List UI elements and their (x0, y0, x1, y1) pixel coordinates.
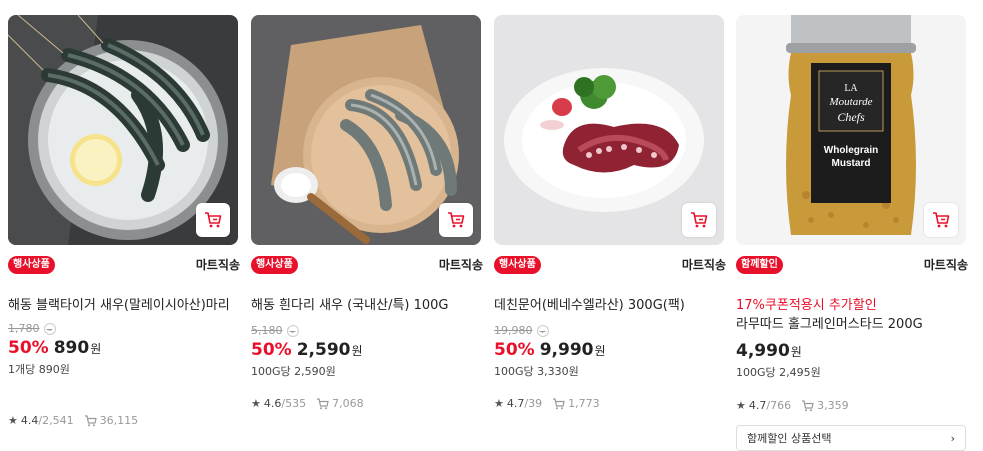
shipping-label: 마트직송 (195, 258, 240, 272)
price-line: 50% 9,990 원 (494, 340, 726, 360)
cart-icon (448, 212, 465, 228)
rating-row: ★ 4.7 / 39 1,773 (494, 397, 600, 410)
product-name[interactable]: 해동 블랙타이거 새우(말레이시아산)마리 (8, 296, 240, 315)
unit-price: 100G당 2,495원 (736, 366, 821, 379)
cart-icon (933, 212, 950, 228)
price-line: 50% 890 원 (8, 338, 240, 358)
product-image[interactable] (251, 15, 481, 245)
shipping-label: 마트직송 (438, 258, 483, 272)
review-count: 766 (770, 399, 792, 412)
chevron-down-icon[interactable]: ⌄ (286, 325, 299, 337)
product-card[interactable]: 행사상품 마트직송 해동 흰다리 새우 (국내산/특) 100G 5,180 ⌄… (251, 0, 483, 410)
cart-icon (691, 212, 708, 228)
product-image[interactable]: LA Moutarde Chefs Wholegrain Mustard (736, 15, 966, 245)
currency: 원 (790, 345, 802, 359)
unit-price: 100G당 3,330원 (494, 365, 579, 378)
rating-score: 4.6 (263, 397, 282, 410)
cart-count-icon (84, 414, 97, 426)
star-icon: ★ (251, 397, 261, 410)
badge-row: 행사상품 마트직송 (8, 256, 240, 274)
shipping-label: 마트직송 (923, 258, 968, 272)
sale-price: 2,590 (296, 340, 351, 360)
product-info: 해동 블랙타이거 새우(말레이시아산)마리 1,780 ⌄ 50% 890 원 … (8, 296, 240, 377)
cart-count: 36,115 (99, 414, 139, 427)
product-info: 17%쿠폰적용시 추가할인 라무따드 홀그레인머스타드 200G 4,990 원… (736, 296, 968, 380)
original-price: 5,180 ⌄ (251, 323, 483, 339)
currency: 원 (594, 344, 606, 358)
event-badge: 행사상품 (8, 256, 55, 274)
jar-label-line3: Chefs (837, 110, 865, 124)
product-info: 데친문어(베네수엘라산) 300G(팩) 19,980 ⌄ 50% 9,990 … (494, 296, 726, 379)
product-name[interactable]: 라무따드 홀그레인머스타드 200G (736, 315, 968, 334)
original-price-value: 5,180 (251, 324, 283, 337)
cart-count-icon (553, 397, 565, 409)
product-name[interactable]: 해동 흰다리 새우 (국내산/특) 100G (251, 296, 483, 315)
original-price: 1,780 ⌄ (8, 321, 240, 337)
sale-price: 890 (53, 338, 90, 358)
badge-row: 함께할인 마트직송 (736, 256, 968, 274)
price-line: 50% 2,590 원 (251, 340, 483, 360)
product-image[interactable] (494, 15, 724, 245)
cart-count: 7,068 (332, 397, 364, 410)
cart-count: 1,773 (568, 397, 600, 410)
event-badge: 행사상품 (251, 256, 298, 274)
jar-label-line2: Moutarde (829, 96, 873, 108)
rating-row: ★ 4.7 / 766 3,359 (736, 399, 849, 412)
shipping-label: 마트직송 (681, 258, 726, 272)
event-badge: 함께할인 (736, 256, 783, 274)
currency: 원 (90, 342, 102, 356)
discount-rate: 50% (494, 340, 535, 360)
sale-price: 4,990 (736, 341, 790, 361)
cart-count-icon (802, 399, 814, 411)
event-badge: 행사상품 (494, 256, 541, 274)
product-grid: 행사상품 마트직송 해동 블랙타이거 새우(말레이시아산)마리 1,780 ⌄ … (0, 0, 983, 451)
review-count: 39 (528, 397, 543, 410)
currency: 원 (351, 344, 363, 358)
badge-row: 행사상품 마트직송 (494, 256, 726, 274)
product-card[interactable]: 행사상품 마트직송 해동 블랙타이거 새우(말레이시아산)마리 1,780 ⌄ … (8, 0, 240, 427)
jar-label-line1: LA (844, 83, 858, 94)
original-price-value: 19,980 (494, 324, 533, 337)
product-name[interactable]: 데친문어(베네수엘라산) 300G(팩) (494, 296, 726, 315)
add-to-cart-button[interactable] (924, 203, 958, 237)
discount-rate: 50% (8, 338, 49, 358)
rating-row: ★ 4.6 / 535 7,068 (251, 397, 364, 410)
badge-row: 행사상품 마트직송 (251, 256, 483, 274)
chevron-down-icon[interactable]: ⌄ (536, 325, 549, 337)
combo-discount-select-button[interactable]: 함께할인 상품선택 › (736, 425, 966, 451)
original-price: 19,980 ⌄ (494, 323, 726, 339)
rating-score: 4.7 (506, 397, 525, 410)
review-count: 535 (285, 397, 307, 410)
discount-rate: 50% (251, 340, 292, 360)
cart-count: 3,359 (817, 399, 849, 412)
chevron-down-icon[interactable]: ⌄ (43, 323, 56, 335)
jar-label-line5: Mustard (832, 158, 871, 169)
star-icon: ★ (8, 414, 18, 427)
product-card[interactable]: 행사상품 마트직송 데친문어(베네수엘라산) 300G(팩) 19,980 ⌄ … (494, 0, 726, 410)
jar-label-line4: Wholegrain (824, 145, 878, 156)
review-count: 2,541 (42, 414, 74, 427)
rating-score: 4.4 (20, 414, 39, 427)
coupon-promo: 17%쿠폰적용시 추가할인 (736, 298, 877, 313)
add-to-cart-button[interactable] (682, 203, 716, 237)
price-line: 4,990 원 (736, 341, 968, 361)
cart-count-icon (317, 397, 329, 409)
combo-button-label: 함께할인 상품선택 (747, 432, 832, 445)
rating-row: ★ 4.4 / 2,541 36,115 (8, 414, 139, 427)
product-info: 해동 흰다리 새우 (국내산/특) 100G 5,180 ⌄ 50% 2,590… (251, 296, 483, 379)
original-price-value: 1,780 (8, 322, 40, 335)
add-to-cart-button[interactable] (196, 203, 230, 237)
star-icon: ★ (494, 397, 504, 410)
cart-icon (205, 212, 222, 228)
unit-price: 1개당 890원 (8, 363, 70, 376)
product-card[interactable]: LA Moutarde Chefs Wholegrain Mustard 함께할… (736, 0, 968, 451)
add-to-cart-button[interactable] (439, 203, 473, 237)
star-icon: ★ (736, 399, 746, 412)
rating-score: 4.7 (748, 399, 767, 412)
product-image[interactable] (8, 15, 238, 245)
sale-price: 9,990 (539, 340, 594, 360)
unit-price: 100G당 2,590원 (251, 365, 336, 378)
